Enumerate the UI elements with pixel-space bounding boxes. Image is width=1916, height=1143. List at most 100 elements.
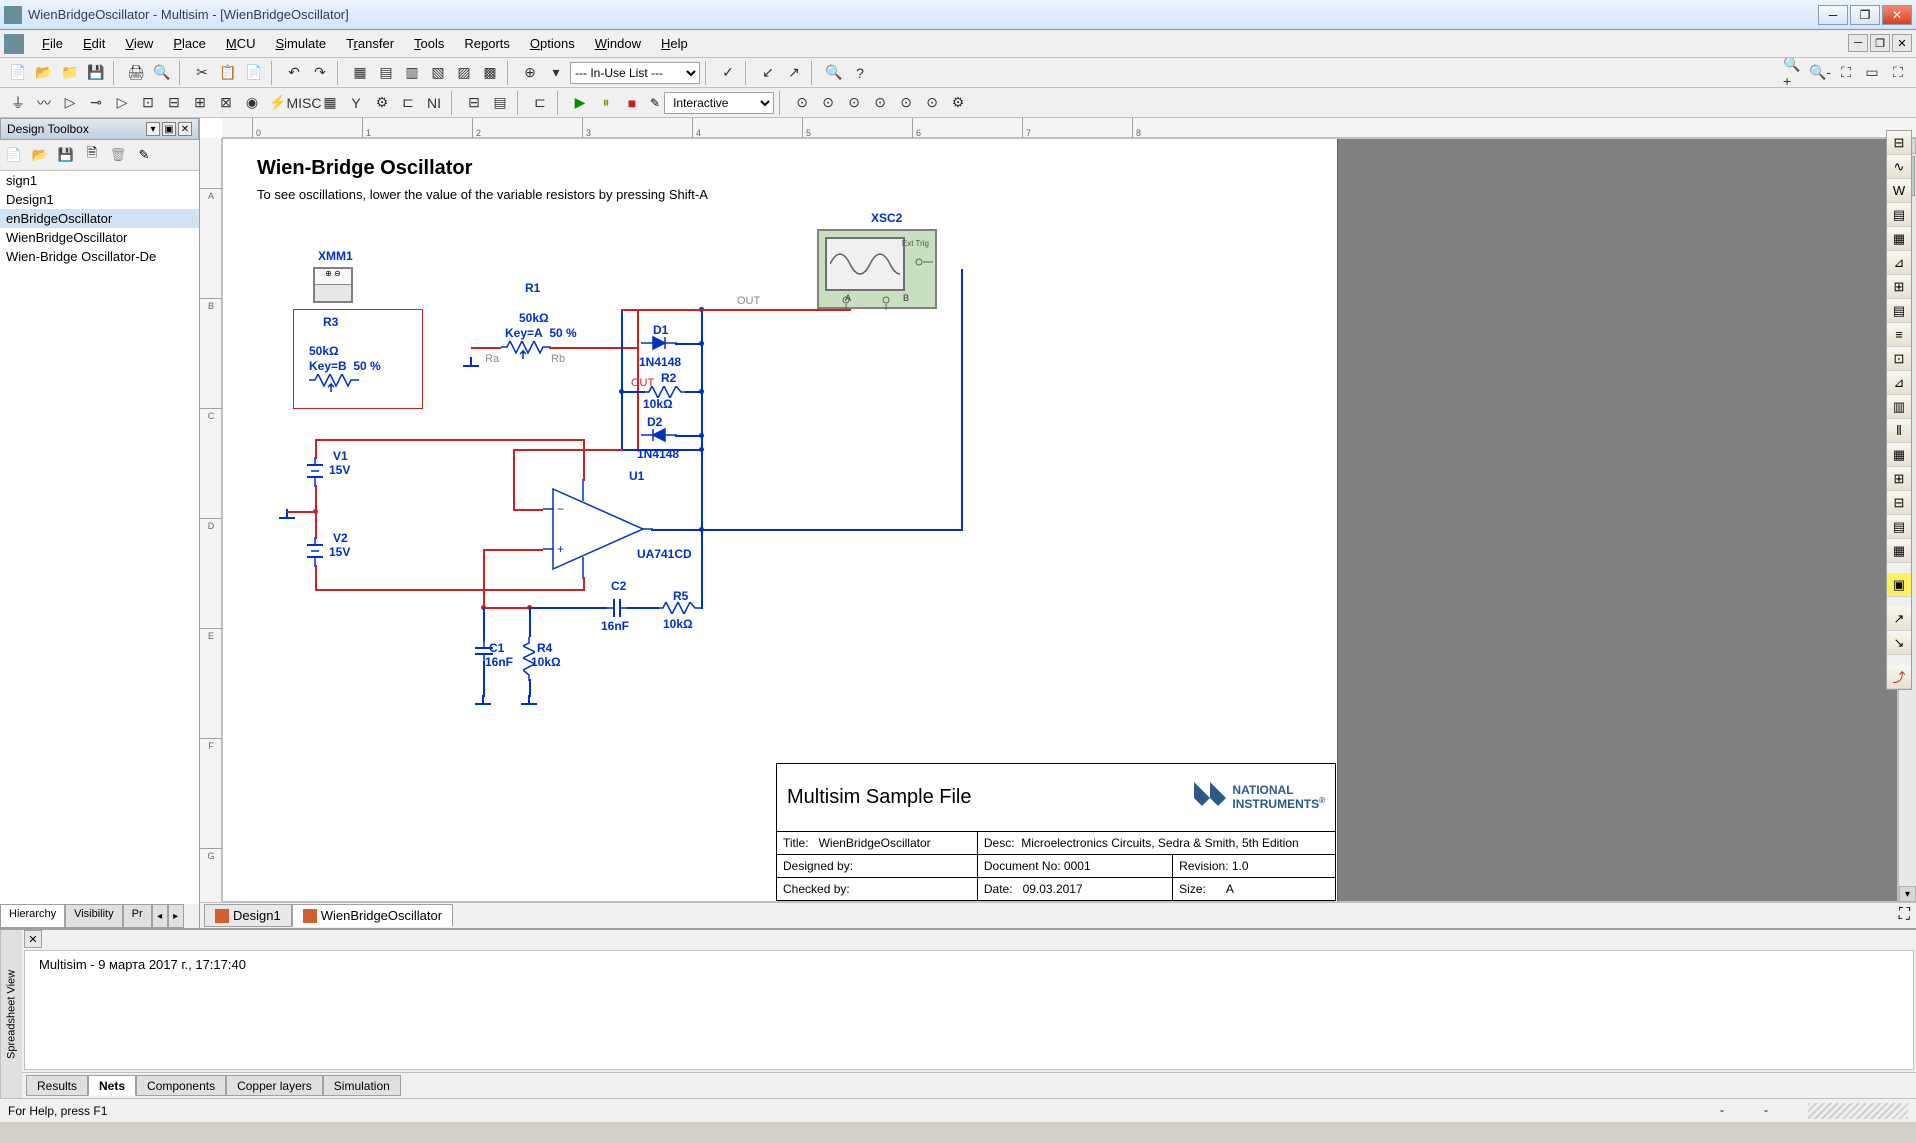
4ch-scope-icon[interactable]: ▦ [1887, 227, 1911, 251]
current-probe-icon[interactable]: ↗ [1887, 607, 1911, 631]
back-annotate-icon[interactable]: ↙ [756, 61, 780, 85]
list-item[interactable]: sign1 [0, 171, 199, 190]
probe-vd-icon[interactable]: ⊙ [868, 91, 892, 115]
probe-set-icon[interactable]: ⊙ [920, 91, 944, 115]
agilent-fg-icon[interactable]: ⊞ [1887, 467, 1911, 491]
diode-d2[interactable] [641, 427, 677, 448]
function-gen-icon[interactable]: ∿ [1887, 155, 1911, 179]
basic-icon[interactable]: 〰 [32, 91, 56, 115]
zoom-in-icon[interactable]: 🔍+ [1782, 61, 1806, 85]
diode-d1[interactable] [641, 335, 677, 356]
oscilloscope-xsc2[interactable]: Ext Trig AB [817, 229, 937, 309]
toggle-spreadsheet-icon[interactable]: ▦ [348, 61, 372, 85]
find-example-icon[interactable]: 🔍 [822, 61, 846, 85]
scroll-down-icon[interactable]: ▾ [1899, 886, 1916, 902]
multimeter-icon[interactable]: ⊟ [1887, 131, 1911, 155]
tab-visibility[interactable]: Visibility [65, 904, 123, 928]
ss-tab-nets[interactable]: Nets [88, 1075, 136, 1096]
undo-icon[interactable]: ↶ [282, 61, 306, 85]
close-button[interactable]: ✕ [1882, 5, 1912, 25]
zoom-area-icon[interactable]: ⛶ [1834, 61, 1858, 85]
doctab-options-icon[interactable]: ⛶ [1899, 906, 1910, 924]
misc-icon[interactable]: MISC [292, 91, 316, 115]
probe-v-icon[interactable]: ⊙ [790, 91, 814, 115]
mdi-restore[interactable]: ❐ [1870, 34, 1890, 52]
network-icon[interactable]: ▦ [1887, 443, 1911, 467]
open-icon[interactable]: 📂 [32, 61, 56, 85]
copy-icon[interactable]: 📋 [216, 61, 240, 85]
save-all-icon[interactable]: 🗎 [81, 144, 103, 166]
logic-converter-icon[interactable]: ⊡ [1887, 347, 1911, 371]
toggle-descr-icon[interactable]: ▩ [478, 61, 502, 85]
save-schematic-icon[interactable]: 💾 [55, 144, 77, 166]
menu-edit[interactable]: Edit [73, 32, 115, 55]
opamp-u1[interactable]: − + [543, 479, 653, 584]
labview-icon[interactable]: ▣ [1887, 573, 1911, 597]
menu-transfer[interactable]: Transfer [336, 32, 404, 55]
list-item[interactable]: Wien-Bridge Oscillator-De [0, 247, 199, 266]
wattmeter-icon[interactable]: W [1887, 179, 1911, 203]
connector-icon[interactable]: ⊏ [396, 91, 420, 115]
place-bus-icon[interactable]: ⊟ [462, 91, 486, 115]
erc-icon[interactable]: ✓ [716, 61, 740, 85]
paste-icon[interactable]: 📄 [242, 61, 266, 85]
probe-settings-icon[interactable]: ⚙ [946, 91, 970, 115]
logic-analyzer-icon[interactable]: ≡ [1887, 323, 1911, 347]
place-hier-icon[interactable]: ▤ [488, 91, 512, 115]
spectrum-icon[interactable]: ⫴ [1887, 419, 1911, 443]
place-component-icon[interactable]: ⊕ [518, 61, 542, 85]
potentiometer-r1[interactable] [501, 341, 551, 364]
schematic-canvas[interactable]: Wien-Bridge Oscillator To see oscillatio… [222, 138, 1898, 902]
ss-tab-components[interactable]: Components [136, 1075, 226, 1096]
menu-window[interactable]: Window [585, 32, 651, 55]
toolbox-pin[interactable]: ▣ [162, 122, 176, 136]
electromech-icon[interactable]: ⚙ [370, 91, 394, 115]
analysis-select[interactable]: Interactive [664, 92, 774, 114]
menu-tools[interactable]: Tools [404, 32, 454, 55]
ttl-icon[interactable]: ⊡ [136, 91, 160, 115]
tab-scroll-left[interactable]: ◂ [152, 904, 168, 928]
tek-scope-icon[interactable]: ▦ [1887, 539, 1911, 563]
save-icon[interactable]: 💾 [84, 61, 108, 85]
transistor-icon[interactable]: ⊸ [84, 91, 108, 115]
zoom-fit-icon[interactable]: ▭ [1860, 61, 1884, 85]
rename-icon[interactable]: ✎ [133, 144, 155, 166]
ss-tab-copper[interactable]: Copper layers [226, 1075, 323, 1096]
mdi-minimize[interactable]: ─ [1848, 34, 1868, 52]
misc-digital-icon[interactable]: ⊞ [188, 91, 212, 115]
full-screen-icon[interactable]: ⛶ [1886, 61, 1910, 85]
pause-button[interactable]: ⏸ [594, 91, 618, 115]
menu-help[interactable]: Help [651, 32, 698, 55]
toggle-grapher-icon[interactable]: ▤ [374, 61, 398, 85]
toggle-spreadsheet2-icon[interactable]: ▨ [452, 61, 476, 85]
toggle-design-toolbox-icon[interactable]: ▧ [426, 61, 450, 85]
minimize-button[interactable]: ─ [1818, 5, 1848, 25]
new-schematic-icon[interactable]: 📄 [3, 144, 25, 166]
open-sample-icon[interactable]: 📁 [58, 61, 82, 85]
tab-project[interactable]: Pr [123, 904, 152, 928]
list-item[interactable]: WienBridgeOscillator [0, 228, 199, 247]
print-icon[interactable]: 🖨 [124, 61, 148, 85]
ground-r4[interactable] [521, 695, 537, 711]
run-button[interactable]: ▶ [568, 91, 592, 115]
cut-icon[interactable]: ✂ [190, 61, 214, 85]
mdi-close[interactable]: ✕ [1892, 34, 1912, 52]
place-junction-icon[interactable]: ⊏ [528, 91, 552, 115]
ss-tab-simulation[interactable]: Simulation [323, 1075, 401, 1096]
close-schematic-icon[interactable]: 🗑 [107, 144, 129, 166]
maximize-button[interactable]: ❐ [1850, 5, 1880, 25]
menu-file[interactable]: File [32, 32, 73, 55]
bode-plotter-icon[interactable]: ⊿ [1887, 251, 1911, 275]
new-icon[interactable]: 📄 [6, 61, 30, 85]
measurement-probe-icon[interactable]: ⤴ [1887, 665, 1911, 689]
source-icon[interactable]: ⏚ [6, 91, 30, 115]
zoom-out-icon[interactable]: 🔍- [1808, 61, 1832, 85]
word-gen-icon[interactable]: ▤ [1887, 299, 1911, 323]
toolbox-close[interactable]: ✕ [178, 122, 192, 136]
menu-simulate[interactable]: Simulate [265, 32, 336, 55]
oscilloscope-icon[interactable]: ▤ [1887, 203, 1911, 227]
list-item[interactable]: enBridgeOscillator [0, 209, 199, 228]
mixed-icon[interactable]: ⊠ [214, 91, 238, 115]
menu-view[interactable]: View [115, 32, 163, 55]
probe-ref-icon[interactable]: ⊙ [894, 91, 918, 115]
